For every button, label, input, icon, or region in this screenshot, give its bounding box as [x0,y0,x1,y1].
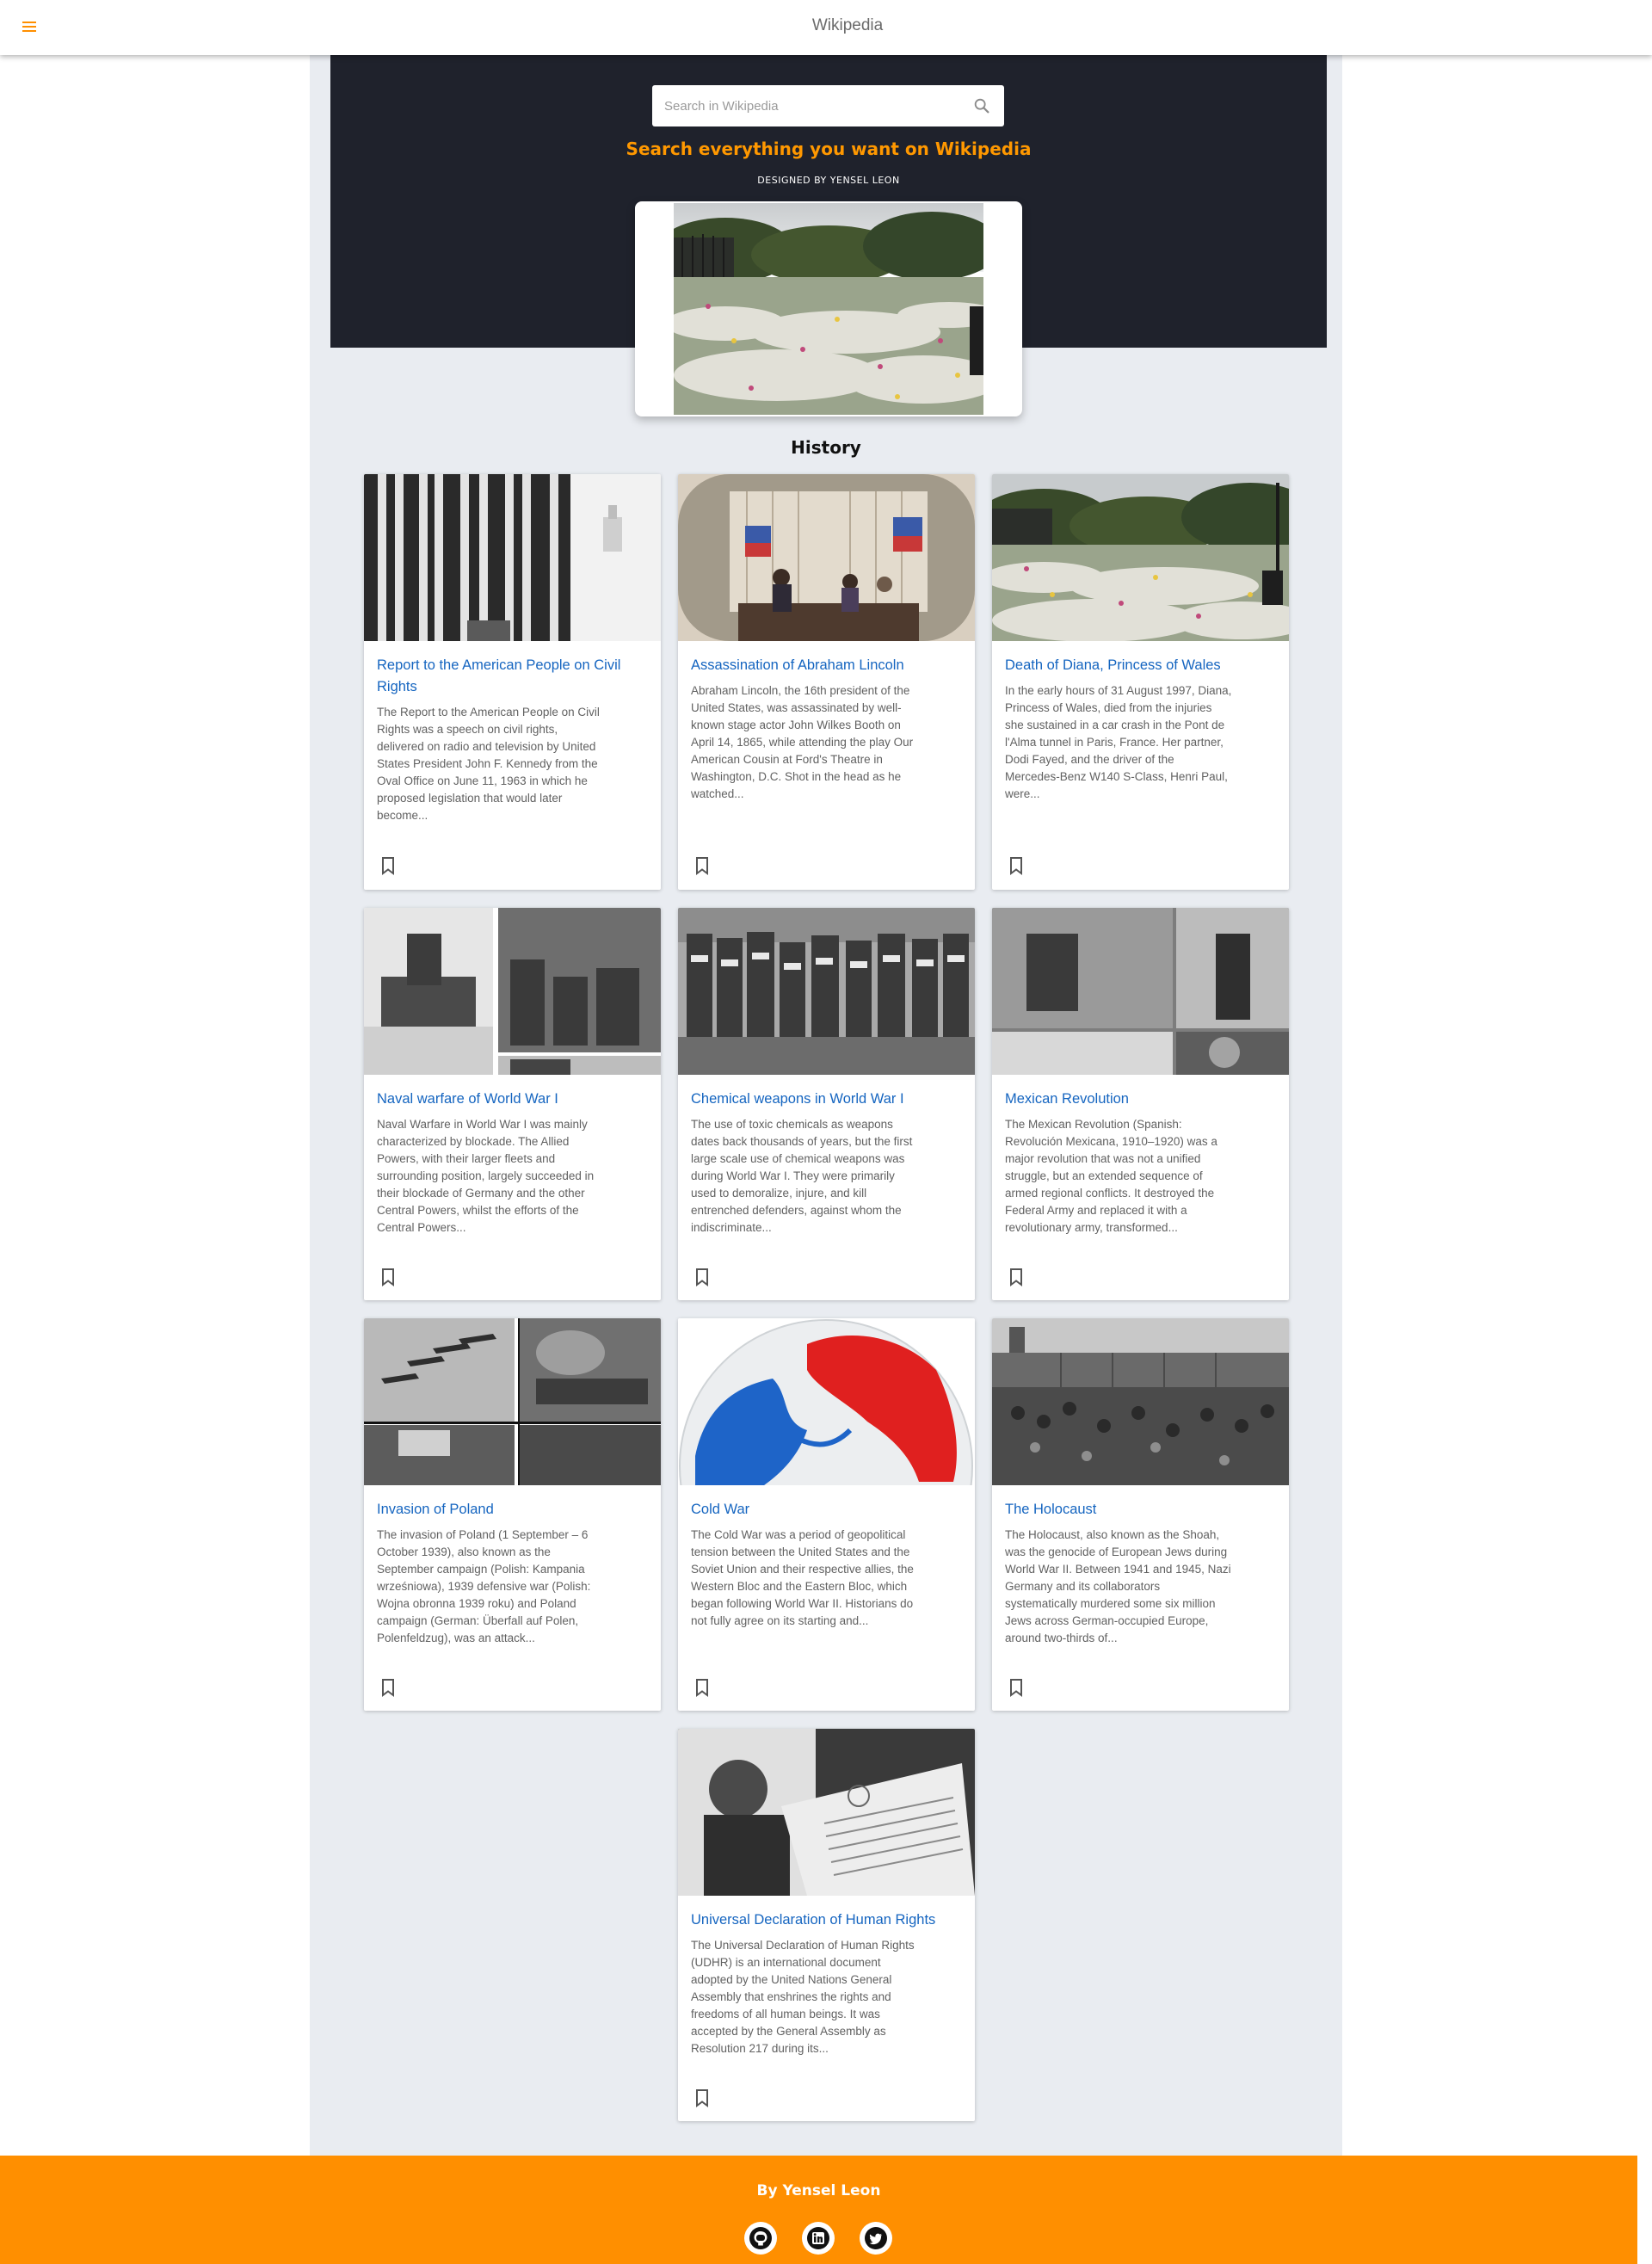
article-summary: The Holocaust, also known as the Shoah, w… [1005,1528,1231,1644]
article-title[interactable]: Report to the American People on Civil Ri… [377,655,650,698]
article-summary: Abraham Lincoln, the 16th president of t… [691,684,914,800]
article-title[interactable]: Assassination of Abraham Lincoln [691,655,965,676]
article-thumbnail [678,474,975,641]
twitter-link[interactable] [860,2222,892,2255]
article-summary: The Report to the American People on Civ… [377,706,600,822]
footer: By Yensel Leon [0,2156,1637,2264]
bookmark-icon[interactable] [379,856,397,875]
article-card[interactable]: Naval warfare of World War I Naval Warfa… [364,908,661,1300]
bookmark-icon[interactable] [1008,1678,1025,1697]
article-summary: The invasion of Poland (1 September – 6O… [377,1528,591,1644]
bookmark-icon[interactable] [379,1678,397,1697]
app-bar: Wikipedia [0,0,1652,55]
article-summary: Naval Warfare in World War I was mainly c… [377,1118,595,1234]
article-title[interactable]: Naval warfare of World War I [377,1089,650,1110]
article-card[interactable]: The Holocaust The Holocaust, also known … [992,1318,1289,1711]
article-card[interactable]: Universal Declaration of Human Rights Th… [678,1729,975,2121]
article-title[interactable]: Mexican Revolution [1005,1089,1279,1110]
linkedin-link[interactable] [802,2222,835,2255]
featured-photo [674,203,983,415]
search-icon[interactable] [972,96,991,115]
article-summary: The use of toxic chemicals as weapons dat… [691,1118,913,1234]
article-card[interactable]: Report to the American People on Civil Ri… [364,474,661,890]
article-title[interactable]: Invasion of Poland [377,1499,650,1521]
bookmark-icon[interactable] [693,1678,711,1697]
search-input[interactable] [652,85,962,126]
article-card[interactable]: Mexican Revolution The Mexican Revolutio… [992,908,1289,1300]
article-thumbnail [678,908,975,1075]
article-title[interactable]: Universal Declaration of Human Rights [691,1909,965,1931]
article-summary: The Universal Declaration of Human Right… [691,1939,915,2055]
article-title[interactable]: Death of Diana, Princess of Wales [1005,655,1279,676]
article-card[interactable]: Chemical weapons in World War I The use … [678,908,975,1300]
bookmark-icon[interactable] [379,1268,397,1286]
article-thumbnail [992,1318,1289,1485]
bookmark-icon[interactable] [1008,856,1025,875]
article-summary: The Cold War was a period of geopolitica… [691,1528,914,1627]
twitter-icon [865,2227,887,2249]
article-summary: The Mexican Revolution (Spanish: Revoluci… [1005,1118,1217,1234]
article-title[interactable]: The Holocaust [1005,1499,1279,1521]
article-thumbnail [364,474,661,641]
article-summary: In the early hours of 31 August 1997, Di… [1005,684,1232,800]
article-title[interactable]: Cold War [691,1499,965,1521]
hero-credit: DESIGNED BY YENSEL LEON [757,175,900,186]
article-thumbnail [678,1318,975,1485]
article-thumbnail [678,1729,975,1896]
linkedin-icon [807,2227,829,2249]
bookmark-icon[interactable] [693,856,711,875]
github-link[interactable] [744,2222,777,2255]
article-thumbnail [992,908,1289,1075]
bookmark-icon[interactable] [693,1268,711,1286]
footer-credit: By Yensel Leon [756,2182,881,2199]
featured-image-card[interactable] [635,201,1022,416]
article-title[interactable]: Chemical weapons in World War I [691,1089,965,1110]
bookmark-icon[interactable] [693,2088,711,2107]
article-thumbnail [364,1318,661,1485]
app-title: Wikipedia [811,16,884,34]
article-card[interactable]: Invasion of Poland The invasion of Polan… [364,1318,661,1711]
article-card[interactable]: Assassination of Abraham Lincoln Abraham… [678,474,975,890]
hero-tagline: Search everything you want on Wikipedia [626,139,1032,159]
article-card[interactable]: Death of Diana, Princess of Wales In the… [992,474,1289,890]
section-title: History [791,437,861,458]
article-thumbnail [364,908,661,1075]
search-bar [652,85,1004,126]
bookmark-icon[interactable] [1008,1268,1025,1286]
article-card[interactable]: Cold War The Cold War was a period of ge… [678,1318,975,1711]
article-thumbnail [992,474,1289,641]
github-icon [749,2227,772,2249]
